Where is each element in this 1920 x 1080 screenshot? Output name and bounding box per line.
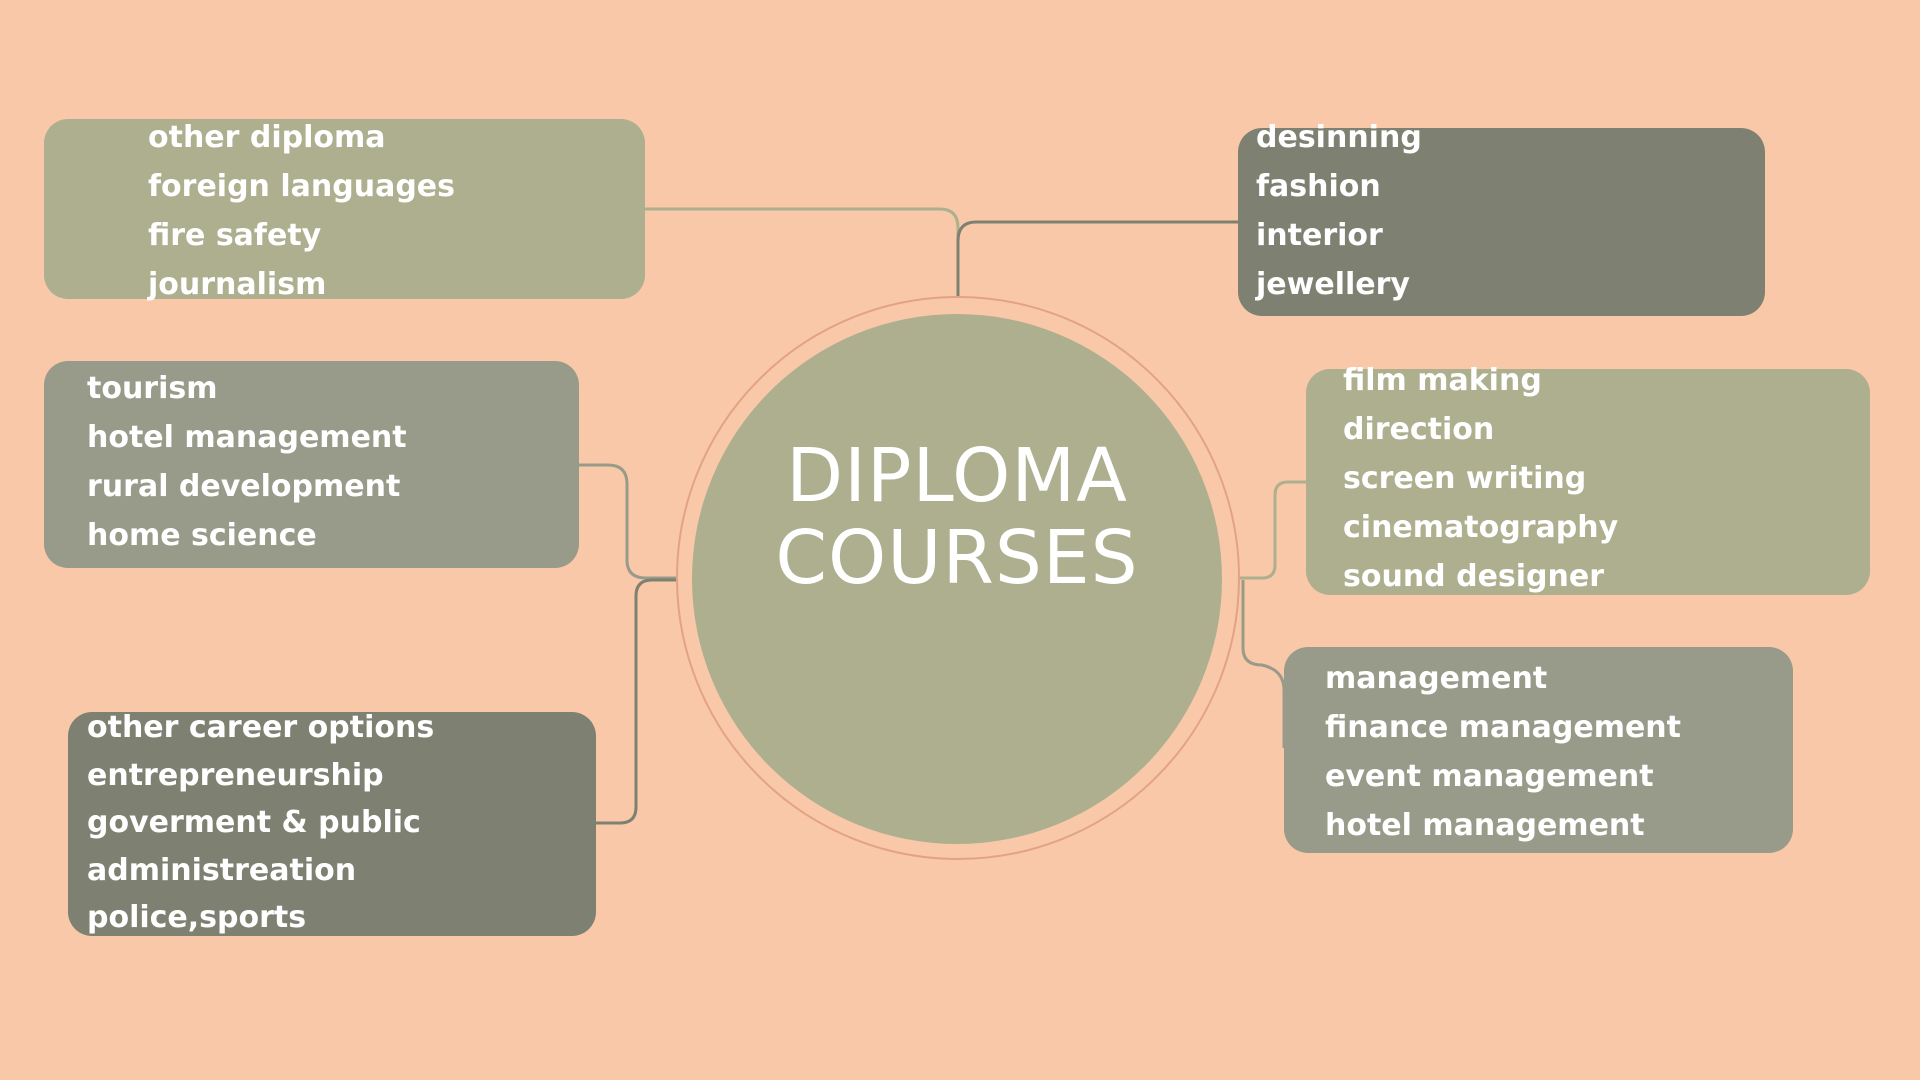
branch-item: fire safety: [148, 218, 322, 253]
mind-map-canvas: other diploma foreign languages fire saf…: [0, 0, 1920, 1080]
branch-list-middle-right: film making direction screen writing cin…: [1343, 356, 1618, 601]
branch-item: hotel management: [87, 420, 407, 455]
hub-title-line2: COURSES: [775, 515, 1139, 601]
branch-item: foreign languages: [148, 169, 456, 204]
hub-title: DIPLOMA COURSES: [692, 435, 1222, 599]
branch-item: other career options: [87, 710, 435, 745]
connector-top-left: [645, 207, 960, 296]
branch-item: police,sports: [87, 900, 307, 935]
branch-item: interior: [1256, 218, 1383, 253]
branch-item: journalism: [148, 267, 327, 302]
branch-list-bottom-right: management finance management event mana…: [1325, 654, 1681, 850]
branch-item: other diploma: [148, 120, 386, 155]
branch-item: cinematography: [1343, 510, 1619, 545]
branch-item: direction: [1343, 412, 1495, 447]
branch-list-bottom-left: other career options entrepreneurship go…: [87, 704, 434, 942]
branch-list-top-right: desinning fashion interior jewellery: [1256, 113, 1422, 309]
hub-title-line1: DIPLOMA: [786, 433, 1128, 519]
branch-item: goverment & public: [87, 805, 421, 840]
connector-bottom-right: [1241, 580, 1286, 748]
connector-top-right: [956, 220, 1238, 296]
branch-list-middle-left: tourism hotel management rural developme…: [87, 364, 407, 560]
branch-list-top-left: other diploma foreign languages fire saf…: [148, 113, 455, 309]
branch-item: management: [1325, 661, 1548, 696]
branch-item: fashion: [1256, 169, 1381, 204]
branch-item: finance management: [1325, 710, 1682, 745]
branch-item: event management: [1325, 759, 1654, 794]
branch-item: entrepreneurship: [87, 757, 384, 793]
branch-item: screen writing: [1343, 461, 1587, 496]
connector-bottom-left: [596, 578, 676, 825]
branch-item: film making: [1343, 363, 1542, 398]
branch-item: hotel management: [1325, 808, 1645, 843]
connector-middle-left: [579, 463, 676, 580]
connector-middle-right: [1240, 480, 1306, 580]
branch-item: sound designer: [1343, 559, 1605, 594]
branch-item: administreation: [87, 852, 357, 888]
branch-item: home science: [87, 518, 317, 553]
branch-item: tourism: [87, 371, 218, 406]
branch-item: rural development: [87, 469, 401, 504]
branch-item: desinning: [1256, 120, 1422, 155]
branch-item: jewellery: [1256, 267, 1410, 302]
